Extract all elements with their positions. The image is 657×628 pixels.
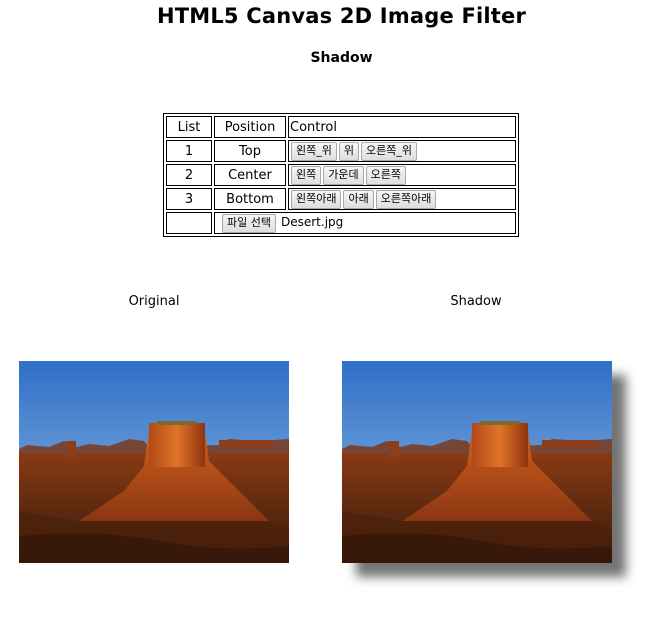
shadow-canvas: [342, 361, 612, 563]
right-button[interactable]: 오른쪽: [365, 165, 406, 185]
original-label: Original: [128, 294, 180, 309]
original-canvas: [19, 361, 289, 563]
control-table: List Position Control 1 Top 왼쪽_위 위 오른쪽_위 2…: [163, 113, 519, 237]
bottom-button[interactable]: 아래: [343, 189, 374, 209]
choose-file-button[interactable]: 파일 선택: [222, 213, 276, 233]
left-button[interactable]: 왼쪽: [291, 165, 322, 185]
table-row-center: 2 Center 왼쪽 가운데 오른쪽: [166, 164, 516, 186]
center-button[interactable]: 가운데: [323, 165, 364, 185]
bottom-right-button[interactable]: 오른쪽아래: [375, 189, 437, 209]
header-position: Position: [214, 116, 286, 138]
header-control: Control: [288, 116, 516, 138]
page-subtitle: Shadow: [310, 50, 373, 66]
row-controls: 왼쪽_위 위 오른쪽_위: [288, 140, 516, 162]
bottom-left-button[interactable]: 왼쪽아래: [291, 189, 342, 209]
table-header-row: List Position Control: [166, 116, 516, 138]
row-list-number: 3: [166, 188, 212, 210]
row-controls: 왼쪽 가운데 오른쪽: [288, 164, 516, 186]
file-input[interactable]: 파일 선택 Desert.jpg: [214, 212, 516, 234]
file-row-empty-cell: [166, 212, 212, 234]
table-row-top: 1 Top 왼쪽_위 위 오른쪽_위: [166, 140, 516, 162]
row-list-number: 1: [166, 140, 212, 162]
file-name: Desert.jpg: [280, 215, 344, 229]
page-title: HTML5 Canvas 2D Image Filter: [156, 4, 527, 28]
top-button[interactable]: 위: [338, 141, 359, 161]
top-right-button[interactable]: 오른쪽_위: [361, 141, 417, 161]
row-position: Bottom: [214, 188, 286, 210]
shadow-label: Shadow: [450, 294, 502, 309]
table-row-bottom: 3 Bottom 왼쪽아래 아래 오른쪽아래: [166, 188, 516, 210]
desert-image-shadow: [342, 361, 612, 563]
row-controls: 왼쪽아래 아래 오른쪽아래: [288, 188, 516, 210]
header-list: List: [166, 116, 212, 138]
row-position: Center: [214, 164, 286, 186]
row-list-number: 2: [166, 164, 212, 186]
top-left-button[interactable]: 왼쪽_위: [291, 141, 337, 161]
desert-image: [19, 361, 289, 563]
file-row: 파일 선택 Desert.jpg: [166, 212, 516, 234]
row-position: Top: [214, 140, 286, 162]
